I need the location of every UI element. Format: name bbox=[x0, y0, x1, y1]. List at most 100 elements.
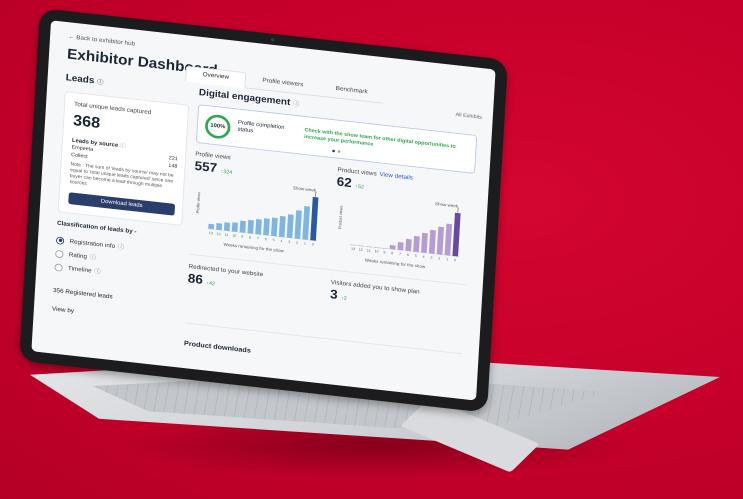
source-name: Collect bbox=[70, 152, 88, 160]
back-link[interactable]: ← Back to exhibitor hub bbox=[68, 34, 135, 47]
chart-bar[interactable] bbox=[294, 210, 302, 239]
chart-bar[interactable] bbox=[270, 217, 278, 237]
radio-label: Registration info bbox=[69, 238, 116, 250]
scope-selector[interactable]: All Exhibits bbox=[455, 113, 482, 121]
info-icon[interactable]: ⓘ bbox=[94, 267, 101, 276]
radio-button-selected[interactable] bbox=[55, 236, 65, 245]
chart-bar[interactable] bbox=[397, 241, 404, 251]
source-name: Empeeta bbox=[71, 145, 94, 153]
x-tick-label: 11 bbox=[367, 249, 371, 253]
chart-bar[interactable] bbox=[413, 235, 420, 253]
product-views-delta: ↑52 bbox=[355, 184, 365, 191]
x-tick-label: 0 bbox=[312, 242, 314, 246]
x-tick-label: 5 bbox=[415, 254, 417, 258]
show-plan-delta: ↑2 bbox=[340, 295, 347, 302]
chart-bar[interactable] bbox=[302, 206, 310, 240]
radio-button[interactable] bbox=[54, 262, 63, 272]
leads-card: Total unique leads captured 368 Leads by… bbox=[57, 91, 190, 226]
download-leads-button[interactable]: Download leads bbox=[68, 192, 176, 216]
radio-label: Rating bbox=[68, 251, 88, 260]
chart-bar[interactable] bbox=[239, 220, 246, 233]
leads-heading: Leads ⓘ bbox=[65, 73, 103, 87]
radio-timeline[interactable]: Timeline ⓘ bbox=[54, 262, 101, 276]
profile-views-number: 557 bbox=[194, 158, 218, 176]
chart-bar[interactable] bbox=[223, 222, 231, 232]
carousel-dots bbox=[332, 149, 343, 154]
x-tick-label: 2 bbox=[296, 241, 298, 245]
carousel-dot[interactable] bbox=[337, 150, 341, 153]
chart-bar[interactable] bbox=[444, 223, 453, 256]
x-tick-label: 9 bbox=[383, 250, 385, 254]
x-tick-label: 12 bbox=[359, 248, 363, 252]
chart-bar[interactable] bbox=[389, 245, 396, 250]
registered-leads-count: 356 Registered leads bbox=[52, 287, 113, 301]
x-tick-label: 8 bbox=[249, 235, 251, 239]
x-tick-label: 7 bbox=[399, 252, 401, 256]
chart-bar[interactable] bbox=[216, 223, 223, 231]
x-tick-label: 10 bbox=[232, 234, 236, 238]
chart-bar[interactable] bbox=[247, 219, 254, 234]
profile-completion-card: 100% Profile completion status Check wit… bbox=[195, 104, 478, 174]
chart-bar[interactable] bbox=[231, 222, 238, 233]
x-tick-label: 11 bbox=[225, 233, 229, 237]
x-tick-label: 1 bbox=[304, 242, 306, 246]
redirected-metric: Redirected to your website 86 ↑42 bbox=[187, 264, 263, 294]
chart-bar[interactable] bbox=[208, 223, 215, 230]
x-tick-label: 0 bbox=[454, 258, 456, 262]
x-tick-label: 5 bbox=[272, 238, 274, 242]
x-tick-label: 4 bbox=[280, 239, 282, 243]
profile-views-delta: ↑324 bbox=[220, 169, 233, 176]
info-icon[interactable]: ⓘ bbox=[89, 253, 97, 262]
x-tick-label: 1 bbox=[446, 257, 448, 261]
x-tick-label: 6 bbox=[265, 237, 267, 241]
chart-bar[interactable] bbox=[255, 219, 262, 235]
chart-bar[interactable] bbox=[310, 196, 319, 241]
x-tick-label: 3 bbox=[288, 240, 290, 244]
view-by-label: View by bbox=[51, 306, 75, 315]
x-tick-label: 7 bbox=[257, 236, 259, 240]
x-tick-label: 8 bbox=[391, 251, 393, 255]
info-icon[interactable]: ⓘ bbox=[293, 101, 300, 108]
source-value: 148 bbox=[168, 163, 178, 170]
info-icon[interactable]: ⓘ bbox=[118, 242, 125, 251]
chart-bar[interactable] bbox=[405, 238, 412, 252]
chart-bar[interactable] bbox=[263, 218, 270, 236]
carousel-dot[interactable] bbox=[332, 149, 336, 153]
show-plan-number: 3 bbox=[329, 287, 339, 303]
y-axis-label: Product views bbox=[337, 205, 344, 229]
chart-bar[interactable] bbox=[278, 215, 286, 238]
product-views-metric: Product views View details 62 ↑52 bbox=[336, 167, 413, 197]
x-tick-label: 4 bbox=[422, 255, 424, 259]
chart-bar[interactable] bbox=[428, 229, 436, 254]
profile-views-metric: Profile views 557 ↑324 bbox=[194, 151, 233, 177]
x-tick-label: 12 bbox=[217, 232, 221, 236]
profile-completion-label: Profile completion status bbox=[237, 119, 285, 134]
redirected-delta: ↑42 bbox=[206, 281, 216, 288]
chart-bar[interactable] bbox=[452, 212, 461, 257]
profile-hint: Check with the show team for other digit… bbox=[303, 127, 456, 150]
redirected-number: 86 bbox=[187, 271, 204, 288]
x-tick-label: 6 bbox=[407, 253, 409, 257]
x-tick-label: 9 bbox=[241, 235, 243, 239]
info-icon[interactable]: ⓘ bbox=[97, 79, 104, 86]
leads-heading-text: Leads bbox=[65, 72, 95, 86]
radio-registration-info[interactable]: Registration info ⓘ bbox=[55, 236, 125, 252]
chart-bar[interactable] bbox=[421, 232, 428, 254]
total-leads-value: 368 bbox=[72, 111, 101, 132]
camera-icon bbox=[270, 37, 275, 42]
laptop-lid: ← Back to exhibitor hub Exhibitor Dashbo… bbox=[19, 8, 508, 413]
radio-label: Timeline bbox=[67, 265, 92, 274]
dashboard-screen: ← Back to exhibitor hub Exhibitor Dashbo… bbox=[31, 20, 496, 401]
x-tick-label: 13 bbox=[351, 247, 355, 251]
info-icon[interactable]: ⓘ bbox=[120, 143, 126, 150]
tab-benchmark[interactable]: Benchmark bbox=[318, 80, 385, 104]
chart-bar[interactable] bbox=[436, 226, 445, 255]
chart-bar[interactable] bbox=[286, 214, 294, 239]
radio-button[interactable] bbox=[55, 249, 64, 258]
product-downloads-heading: Product downloads bbox=[183, 339, 252, 355]
x-tick-label: 13 bbox=[209, 231, 213, 235]
source-value: 221 bbox=[168, 155, 178, 162]
product-views-number: 62 bbox=[336, 174, 353, 191]
tab-overview[interactable]: Overview bbox=[185, 65, 247, 89]
radio-rating[interactable]: Rating ⓘ bbox=[55, 249, 96, 262]
